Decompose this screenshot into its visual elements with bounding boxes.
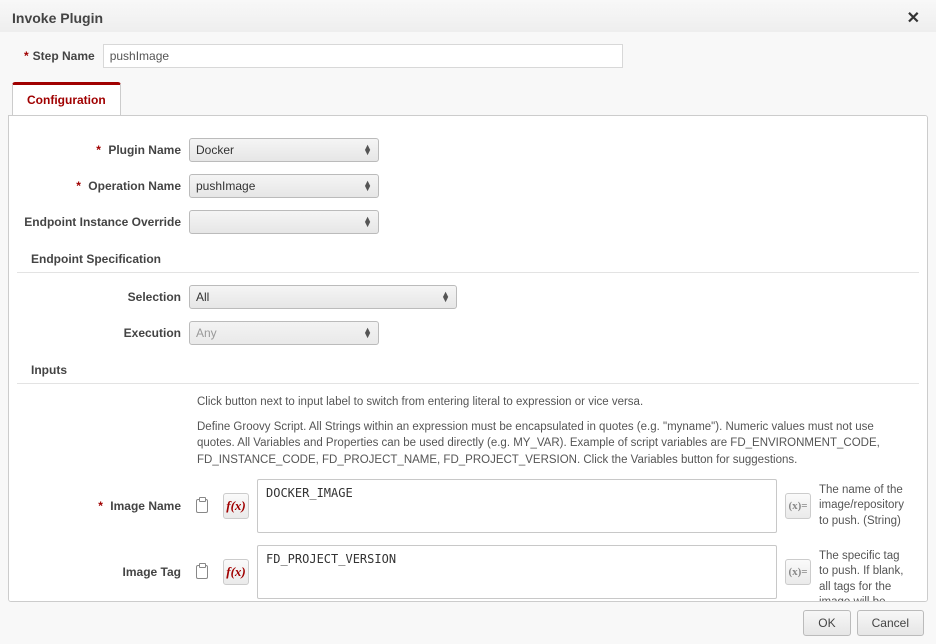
step-name-row: * Step Name [0,32,936,82]
image-name-input[interactable] [257,479,777,533]
fx-button[interactable]: f(x) [223,559,249,585]
fx-icon: f(x) [226,564,246,580]
step-name-label: Step Name [33,49,95,63]
operation-name-row: * Operation Name pushImage ▲▼ [9,168,927,204]
tabs: Configuration [0,82,936,115]
close-icon[interactable]: ✕ [903,8,924,28]
image-tag-desc: The specific tag to push. If blank, all … [811,545,907,602]
dialog-title: Invoke Plugin [12,10,103,26]
plugin-name-select[interactable]: Docker ▲▼ [189,138,379,162]
image-tag-input[interactable] [257,545,777,599]
variables-button[interactable]: (x)= [785,559,811,585]
dialog-header: Invoke Plugin ✕ [0,0,936,32]
image-name-label-text: Image Name [110,499,181,513]
plugin-name-label: * Plugin Name [19,143,189,157]
dialog-footer: OK Cancel [0,602,936,644]
plugin-name-value: Docker [196,143,234,157]
endpoint-override-row: Endpoint Instance Override ▲▼ [9,204,927,240]
selection-row: Selection All ▲▼ [9,279,927,315]
tab-configuration[interactable]: Configuration [12,82,121,115]
chevron-updown-icon: ▲▼ [441,292,450,303]
clipboard-button[interactable] [189,559,215,585]
operation-name-label: * Operation Name [19,179,189,193]
clipboard-button[interactable] [189,493,215,519]
plugin-name-row: * Plugin Name Docker ▲▼ [9,132,927,168]
required-icon: * [76,179,81,193]
cancel-button[interactable]: Cancel [857,610,924,636]
operation-name-select[interactable]: pushImage ▲▼ [189,174,379,198]
selection-select[interactable]: All ▲▼ [189,285,457,309]
invoke-plugin-dialog: Invoke Plugin ✕ * Step Name Configuratio… [0,0,936,644]
required-icon: * [96,143,101,157]
operation-name-label-text: Operation Name [88,179,181,193]
chevron-updown-icon: ▲▼ [363,181,372,192]
chevron-updown-icon: ▲▼ [363,328,372,339]
fx-icon: f(x) [226,498,246,514]
clipboard-icon [196,499,208,513]
execution-value: Any [196,326,217,340]
ok-button[interactable]: OK [803,610,850,636]
image-tag-label: Image Tag [19,545,189,579]
content-panel: * Plugin Name Docker ▲▼ * Operation Name… [8,115,928,602]
inputs-help-2: Define Groovy Script. All Strings within… [9,415,927,473]
step-name-input[interactable] [103,44,623,68]
endpoint-section-header: Endpoint Specification [17,244,919,273]
required-icon: * [98,499,103,513]
varx-icon: (x)= [788,566,807,578]
variables-button[interactable]: (x)= [785,493,811,519]
image-name-row: * Image Name f(x) (x)= The name of the i… [9,473,927,539]
chevron-updown-icon: ▲▼ [363,217,372,228]
inputs-section-header: Inputs [17,355,919,384]
image-tag-row: Image Tag f(x) (x)= The specific tag to … [9,539,927,602]
execution-label: Execution [19,326,189,340]
image-name-desc: The name of the image/repository to push… [811,479,907,530]
required-icon: * [24,49,29,63]
selection-value: All [196,290,209,304]
image-name-label: * Image Name [19,479,189,513]
chevron-updown-icon: ▲▼ [363,145,372,156]
plugin-name-label-text: Plugin Name [108,143,181,157]
inputs-help-1: Click button next to input label to swit… [9,390,927,415]
varx-icon: (x)= [788,500,807,512]
endpoint-override-select[interactable]: ▲▼ [189,210,379,234]
clipboard-icon [196,565,208,579]
endpoint-override-label: Endpoint Instance Override [19,215,189,229]
fx-button[interactable]: f(x) [223,493,249,519]
selection-label: Selection [19,290,189,304]
execution-select[interactable]: Any ▲▼ [189,321,379,345]
execution-row: Execution Any ▲▼ [9,315,927,351]
operation-name-value: pushImage [196,179,255,193]
